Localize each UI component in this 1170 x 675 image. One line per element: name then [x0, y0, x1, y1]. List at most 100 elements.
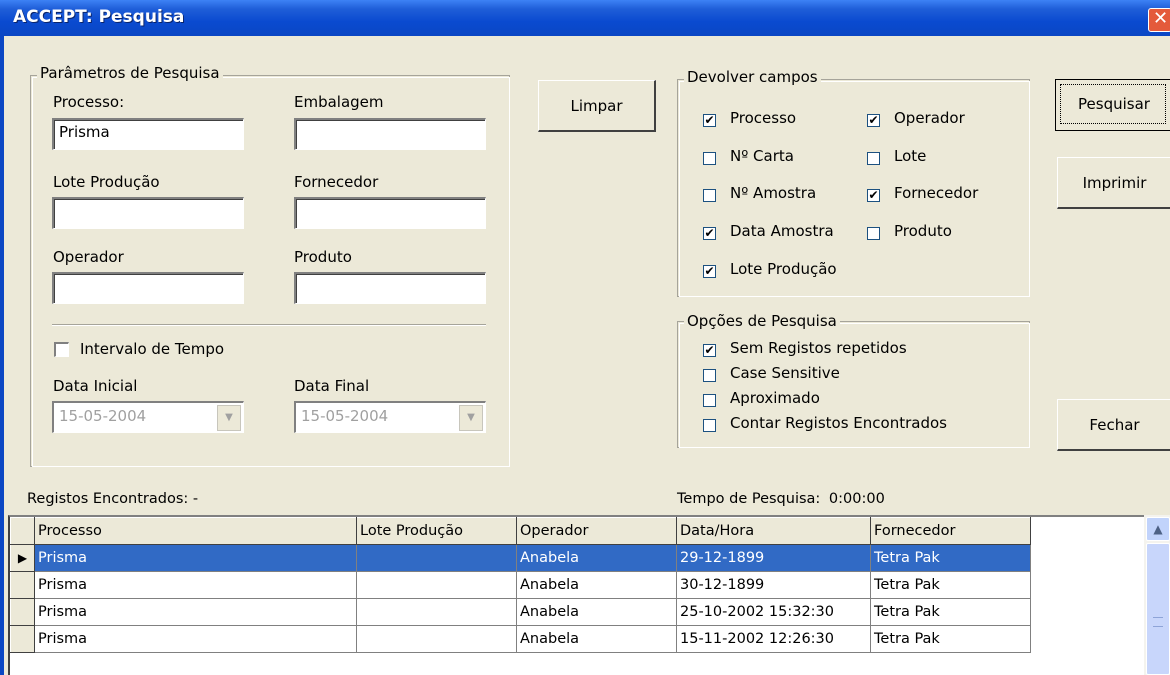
close-icon: ✕ [1153, 8, 1169, 29]
table-cell[interactable]: Anabela [516, 571, 677, 599]
imprimir-button-label: Imprimir [1082, 174, 1147, 192]
operador-input[interactable] [52, 272, 244, 304]
return-field-checkbox[interactable] [867, 152, 880, 165]
scroll-up-button[interactable]: ▲ [1146, 517, 1170, 541]
fechar-button[interactable]: Fechar [1057, 399, 1170, 451]
results-table: Processo Lote Produção Operador Data/Hora Fo… [10, 517, 1038, 653]
intervalo-tempo-checkbox[interactable] [54, 342, 69, 357]
tempo-pesquisa-value: 0:00:00 [828, 491, 885, 507]
table-cell[interactable]: 15-11-2002 12:26:30 [676, 625, 871, 653]
embalagem-label: Embalagem [294, 93, 384, 111]
table-cell[interactable]: Anabela [516, 544, 677, 572]
table-cell[interactable]: Tetra Pak [870, 544, 1031, 572]
pesquisar-button[interactable]: Pesquisar [1055, 79, 1170, 131]
lote-producao-input[interactable] [52, 197, 244, 229]
row-indicator[interactable] [10, 625, 35, 653]
table-cell[interactable]: Tetra Pak [870, 625, 1031, 653]
column-header[interactable]: Lote Produção [356, 517, 517, 545]
table-cell[interactable]: Anabela [516, 598, 677, 626]
row-filler [1030, 544, 1038, 572]
table-cell[interactable]: Tetra Pak [870, 598, 1031, 626]
intervalo-tempo-label: Intervalo de Tempo [80, 340, 225, 358]
table-cell[interactable]: Prisma [34, 571, 357, 599]
return-field-checkbox[interactable] [703, 189, 716, 202]
table-row[interactable]: ▶ Prisma Anabela 29-12-1899 Tetra Pak [10, 544, 1038, 572]
table-cell[interactable]: Prisma [34, 625, 357, 653]
table-cell[interactable] [356, 544, 517, 572]
table-cell[interactable]: 25-10-2002 15:32:30 [676, 598, 871, 626]
row-filler [1030, 625, 1038, 653]
return-field-checkbox[interactable] [867, 227, 880, 240]
data-final-combo[interactable]: 15-05-2004 ▼ [294, 401, 486, 433]
table-cell[interactable]: 29-12-1899 [676, 544, 871, 572]
column-header[interactable]: Operador [516, 517, 677, 545]
search-option-checkbox[interactable] [703, 419, 716, 432]
table-cell[interactable] [356, 598, 517, 626]
search-params-group-label: Parâmetros de Pesquisa [37, 64, 223, 82]
return-field-checkbox[interactable]: ✔ [703, 265, 716, 278]
row-filler [1030, 571, 1038, 599]
results-grid[interactable]: Processo Lote Produção Operador Data/Hora Fo… [8, 515, 1148, 675]
return-field-label: Nº Carta [730, 147, 794, 165]
return-field-checkbox[interactable] [703, 152, 716, 165]
processo-input[interactable]: Prisma [52, 118, 244, 150]
return-field-checkbox[interactable]: ✔ [867, 114, 880, 127]
chevron-up-icon: ▲ [1153, 522, 1163, 536]
search-option-label: Case Sensitive [730, 364, 840, 382]
data-inicial-combo[interactable]: 15-05-2004 ▼ [52, 401, 244, 433]
return-field-checkbox[interactable]: ✔ [703, 227, 716, 240]
lote-producao-label: Lote Produção [53, 173, 160, 191]
pesquisar-focus-ring [1060, 84, 1166, 124]
chevron-down-icon[interactable]: ▼ [459, 405, 483, 431]
return-field-checkbox[interactable]: ✔ [867, 189, 880, 202]
tempo-pesquisa-label: Tempo de Pesquisa: [677, 491, 821, 507]
table-cell[interactable]: Tetra Pak [870, 571, 1031, 599]
row-indicator[interactable] [10, 571, 35, 599]
data-final-value: 15-05-2004 [301, 407, 389, 425]
return-field-label: Fornecedor [894, 184, 979, 202]
data-final-label: Data Final [294, 377, 370, 395]
search-option-checkbox[interactable] [703, 394, 716, 407]
return-field-label: Lote Produção [730, 260, 837, 278]
row-indicator[interactable] [10, 598, 35, 626]
table-cell[interactable]: 30-12-1899 [676, 571, 871, 599]
table-row[interactable]: Prisma Anabela 15-11-2002 12:26:30 Tetra Pa… [10, 625, 1038, 653]
column-header[interactable]: Data/Hora [676, 517, 871, 545]
return-field-label: Operador [894, 109, 965, 127]
return-field-label: Lote [894, 147, 927, 165]
return-field-label: Produto [894, 222, 952, 240]
search-option-checkbox[interactable] [703, 369, 716, 382]
column-header[interactable]: Processo [34, 517, 357, 545]
data-inicial-label: Data Inicial [53, 377, 138, 395]
column-header-filler [1030, 517, 1038, 545]
window-title: ACCEPT: Pesquisa [13, 7, 185, 27]
search-option-checkbox[interactable]: ✔ [703, 344, 716, 357]
limpar-button[interactable]: Limpar [538, 80, 656, 132]
fornecedor-input[interactable] [294, 197, 486, 229]
row-indicator[interactable]: ▶ [10, 544, 35, 572]
produto-input[interactable] [294, 272, 486, 304]
return-field-checkbox[interactable]: ✔ [703, 114, 716, 127]
chevron-down-icon[interactable]: ▼ [217, 405, 241, 431]
scroll-thumb[interactable] [1146, 543, 1170, 675]
table-cell[interactable] [356, 571, 517, 599]
table-cell[interactable] [356, 625, 517, 653]
produto-label: Produto [294, 248, 352, 266]
return-field-label: Processo [730, 109, 797, 127]
column-header[interactable]: Fornecedor [870, 517, 1031, 545]
return-field-label: Nº Amostra [730, 184, 817, 202]
imprimir-button[interactable]: Imprimir [1057, 157, 1170, 209]
return-fields-group-label: Devolver campos [684, 68, 821, 86]
search-option-label: Contar Registos Encontrados [730, 414, 947, 432]
close-button[interactable]: ✕ [1148, 8, 1170, 32]
table-cell[interactable]: Anabela [516, 625, 677, 653]
table-cell[interactable]: Prisma [34, 544, 357, 572]
table-cell[interactable]: Prisma [34, 598, 357, 626]
table-row[interactable]: Prisma Anabela 30-12-1899 Tetra Pak [10, 571, 1038, 599]
embalagem-input[interactable] [294, 118, 486, 150]
table-row[interactable]: Prisma Anabela 25-10-2002 15:32:30 Tetra Pa… [10, 598, 1038, 626]
registos-encontrados-label: Registos Encontrados: [27, 491, 189, 507]
processo-label: Processo: [53, 93, 125, 111]
limpar-button-label: Limpar [570, 97, 623, 115]
params-divider [52, 324, 486, 326]
